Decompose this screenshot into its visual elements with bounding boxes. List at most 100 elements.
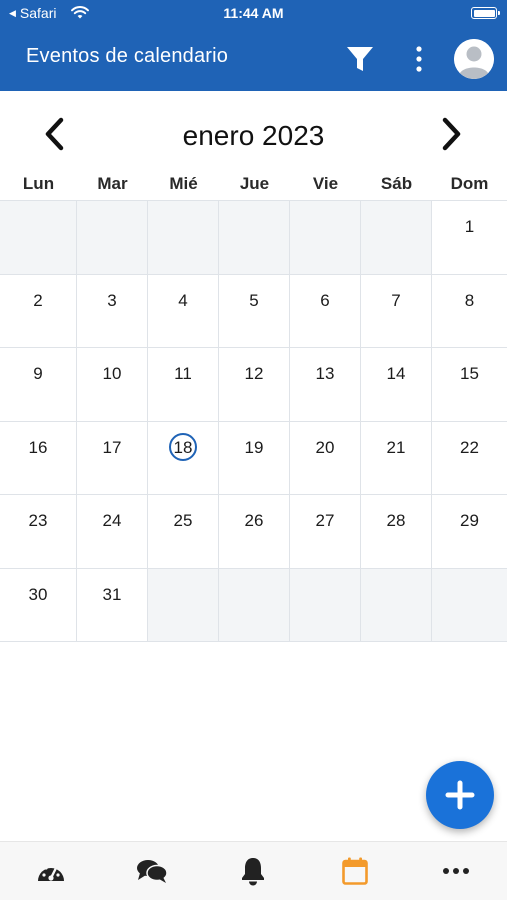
user-avatar-icon xyxy=(454,39,494,79)
app-header: ◀ Safari 11:44 AM Eventos de calendario xyxy=(0,0,507,91)
day-cell[interactable]: 16 xyxy=(0,421,77,495)
calendar-icon xyxy=(342,857,368,885)
day-number: 6 xyxy=(320,290,330,310)
empty-day-cell xyxy=(290,568,361,642)
day-cell[interactable]: 26 xyxy=(219,495,290,569)
day-number: 10 xyxy=(102,364,122,383)
filter-button[interactable] xyxy=(343,42,377,76)
day-cell[interactable]: 4 xyxy=(148,274,219,348)
tab-more[interactable] xyxy=(406,842,507,900)
day-number: 31 xyxy=(102,584,122,604)
status-time: 11:44 AM xyxy=(223,5,284,21)
day-cell[interactable]: 5 xyxy=(219,274,290,348)
day-cell[interactable]: 30 xyxy=(0,568,77,642)
empty-day-cell xyxy=(148,568,219,642)
page-title: Eventos de calendario xyxy=(26,45,229,67)
day-number: 30 xyxy=(28,584,48,604)
empty-day-cell xyxy=(219,201,290,275)
day-cell-today[interactable]: 18 xyxy=(148,421,219,495)
day-number: 25 xyxy=(173,511,193,530)
chat-bubbles-icon xyxy=(137,860,168,883)
day-number: 3 xyxy=(107,290,117,310)
day-cell[interactable]: 3 xyxy=(77,274,148,348)
day-cell[interactable]: 20 xyxy=(290,421,361,495)
status-bar: ◀ Safari 11:44 AM xyxy=(0,0,507,28)
day-cell[interactable]: 21 xyxy=(361,421,432,495)
tab-calendar[interactable] xyxy=(304,842,405,900)
dashboard-gauge-icon xyxy=(37,863,64,881)
weekday-label: Sáb xyxy=(380,174,413,193)
day-cell[interactable]: 2 xyxy=(0,274,77,348)
day-number: 14 xyxy=(386,364,406,383)
day-number: 2 xyxy=(33,290,43,310)
day-cell[interactable]: 19 xyxy=(219,421,290,495)
day-cell[interactable]: 22 xyxy=(432,422,507,495)
day-cell[interactable]: 27 xyxy=(290,495,361,569)
day-number: 8 xyxy=(464,290,475,310)
day-number: 21 xyxy=(386,437,406,457)
day-cell[interactable]: 12 xyxy=(219,348,290,422)
weekday-header: Lun Mar Mié Jue Vie Sáb Dom xyxy=(0,170,507,198)
empty-day-cell xyxy=(290,201,361,275)
plus-icon xyxy=(445,780,475,810)
day-cell[interactable]: 23 xyxy=(0,495,77,569)
empty-day-cell xyxy=(361,201,432,275)
day-cell[interactable]: 10 xyxy=(77,348,148,422)
day-number: 9 xyxy=(33,364,43,383)
day-number: 17 xyxy=(102,437,122,457)
empty-day-cell xyxy=(361,568,432,642)
month-navigation: enero 2023 xyxy=(0,106,507,162)
day-cell[interactable]: 29 xyxy=(432,495,507,569)
day-cell[interactable]: 6 xyxy=(290,274,361,348)
day-cell[interactable]: 28 xyxy=(361,495,432,569)
day-number: 15 xyxy=(460,364,479,383)
weekday-label: Jue xyxy=(239,174,270,193)
day-cell[interactable]: 11 xyxy=(148,348,219,422)
avatar[interactable] xyxy=(454,39,494,79)
day-number: 29 xyxy=(460,511,479,530)
chevron-right-icon xyxy=(442,117,461,151)
day-cell[interactable]: 13 xyxy=(290,348,361,422)
weekday-label: Mar xyxy=(97,174,128,193)
day-number: 24 xyxy=(102,511,122,530)
day-number: 28 xyxy=(386,511,406,530)
more-vertical-icon xyxy=(416,46,422,72)
day-cell[interactable]: 1 xyxy=(432,201,507,275)
day-number: 1 xyxy=(464,217,475,236)
day-number: 12 xyxy=(244,364,264,383)
battery-icon xyxy=(471,7,500,19)
day-number: 23 xyxy=(28,511,48,530)
day-number: 16 xyxy=(28,437,48,457)
day-cell[interactable]: 15 xyxy=(432,348,507,422)
day-number: 20 xyxy=(315,437,335,457)
empty-day-cell xyxy=(77,201,148,275)
empty-day-cell xyxy=(219,568,290,642)
day-cell[interactable]: 24 xyxy=(77,495,148,569)
day-number: 19 xyxy=(244,437,264,457)
tab-messages[interactable] xyxy=(101,842,202,900)
day-number: 5 xyxy=(249,290,259,310)
day-cell[interactable]: 7 xyxy=(361,274,432,348)
day-cell[interactable]: 17 xyxy=(77,421,148,495)
day-number: 7 xyxy=(391,290,401,310)
day-cell[interactable]: 14 xyxy=(361,348,432,422)
day-cell[interactable]: 9 xyxy=(0,348,77,422)
day-number: 4 xyxy=(178,290,188,310)
day-number: 18 xyxy=(173,437,193,457)
tab-notifications[interactable] xyxy=(203,842,304,900)
day-number: 11 xyxy=(174,364,192,383)
calendar-grid: 1 2 3 4 5 6 7 8 9 10 11 12 13 14 15 16 17 18 19 20 21 22 23 24 2… xyxy=(0,200,507,642)
day-cell[interactable]: 31 xyxy=(77,568,148,642)
empty-day-cell xyxy=(148,201,219,275)
more-horizontal-icon xyxy=(443,868,470,874)
next-month-button[interactable] xyxy=(432,112,472,156)
bottom-navigation xyxy=(0,841,507,900)
empty-day-cell xyxy=(0,201,77,275)
month-title: enero 2023 xyxy=(182,120,325,151)
add-event-button[interactable] xyxy=(426,761,494,829)
more-options-button[interactable] xyxy=(406,42,432,76)
tab-dashboard[interactable] xyxy=(0,842,101,900)
day-cell[interactable]: 8 xyxy=(432,275,507,348)
day-cell[interactable]: 25 xyxy=(148,495,219,569)
weekday-label: Mié xyxy=(169,174,198,193)
